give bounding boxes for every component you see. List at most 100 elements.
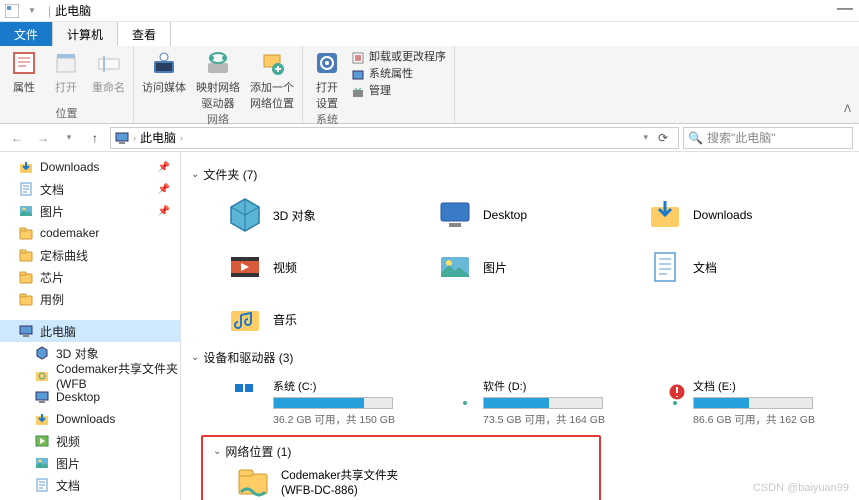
search-icon: 🔍 [688,131,703,145]
sidebar-item[interactable]: 视频 [0,430,180,452]
pc-icon [18,323,34,339]
sidebar-item[interactable]: Desktop [0,386,180,408]
sidebar-item[interactable]: 图片 [0,452,180,474]
usage-bar [693,397,813,409]
properties-button[interactable]: 属性 [8,49,40,95]
usage-bar [483,397,603,409]
netloc-line2: (WFB-DC-886) [281,484,398,499]
separator: | [48,4,51,18]
sidebar-item[interactable]: 音乐 [0,496,180,500]
sidebar-item[interactable]: 芯片 [0,266,180,288]
map-drive-button[interactable]: 映射网络 驱动器 [196,49,240,111]
down-icon [645,195,685,235]
forward-button: → [32,127,54,149]
folder-icon [18,247,34,263]
pin-icon: 📌 [158,162,170,173]
manage-icon [351,85,365,99]
drive-icon: t x="6" y="18" width="28" height="14" fi… [225,378,265,418]
manage-button[interactable]: 管理 [351,83,446,100]
address-box[interactable]: › 此电脑 › ▾ ⟳ [110,127,679,149]
network-folder-icon [233,464,273,500]
search-placeholder: 搜索"此电脑" [707,129,776,146]
add-netloc-button[interactable]: 添加一个 网络位置 [250,49,294,111]
mus-icon [225,299,265,339]
vid-icon [34,433,50,449]
sidebar-item[interactable]: 用例 [0,288,180,310]
ribbon-collapse-icon[interactable]: ᐱ [844,104,851,115]
drives-header[interactable]: ⌄设备和驱动器 (3) [191,349,849,366]
folder-item[interactable]: Desktop [431,191,611,239]
pic-icon [34,455,50,471]
sidebar-item[interactable]: 定标曲线 [0,244,180,266]
back-button[interactable]: ← [6,127,28,149]
folder-item[interactable]: 3D 对象 [221,191,401,239]
open-settings-button[interactable]: 打开 设置 [311,49,343,111]
pic-icon [18,203,34,219]
tab-file[interactable]: 文件 [0,22,53,46]
ribbon: 属性 打开 重命名 位置 访问媒体 映射网络 驱动器 [0,46,859,124]
breadcrumb-root[interactable]: 此电脑 [140,129,176,146]
addr-dropdown-icon[interactable]: ▾ [643,132,648,143]
down-icon [18,159,34,175]
minimize-button[interactable]: — [837,0,853,18]
usage-bar [273,397,393,409]
pic-icon [435,247,475,287]
address-bar: ← → ▾ ↑ › 此电脑 › ▾ ⟳ 🔍 搜索"此电脑" [0,124,859,152]
recent-button[interactable]: ▾ [58,127,80,149]
pin-icon: 📌 [158,184,170,195]
pc-icon [115,131,129,145]
drive-item[interactable]: t x="6" y="18" width="28" height="14" fi… [221,374,401,431]
netloc-line1: Codemaker共享文件夹 [281,469,398,484]
drive-icon: t x="6" y="18" width="28" height="14" fi… [645,378,685,418]
uninstall-icon [351,51,365,65]
desk-icon [435,195,475,235]
refresh-button[interactable]: ⟳ [652,131,674,145]
sidebar-item[interactable]: Codemaker共享文件夹 (WFB [0,364,180,386]
folders-header[interactable]: ⌄文件夹 (7) [191,166,849,183]
sidebar-item[interactable]: Downloads [0,408,180,430]
drive-item[interactable]: t x="6" y="18" width="28" height="14" fi… [641,374,821,431]
sidebar-item[interactable]: Downloads📌 [0,156,180,178]
sysprops-icon [351,68,365,82]
watermark: CSDN @baiyuan99 [753,482,849,494]
rename-button: 重命名 [92,49,125,95]
crumb-sep-icon[interactable]: › [180,133,183,143]
tab-computer[interactable]: 计算机 [53,22,118,46]
tab-view[interactable]: 查看 [118,22,171,46]
folder-item[interactable]: 文档 [641,243,821,291]
sidebar-item[interactable]: codemaker [0,222,180,244]
caret-icon: ⌄ [191,169,199,180]
search-box[interactable]: 🔍 搜索"此电脑" [683,127,853,149]
folder-item[interactable]: 图片 [431,243,611,291]
folder-icon [18,225,34,241]
dropdown-icon[interactable]: ▼ [24,3,40,19]
folder-icon [18,269,34,285]
content-pane: ⌄文件夹 (7) 3D 对象 Desktop Downloads 视频图片文档音乐 ⌄… [181,152,859,500]
sidebar-item[interactable]: 图片📌 [0,200,180,222]
folder-icon [18,291,34,307]
folder-item[interactable]: Downloads [641,191,821,239]
rename-icon [95,49,123,77]
sidebar-item-thispc[interactable]: 此电脑 [0,320,180,342]
media-icon [150,49,178,77]
folder-item[interactable]: 视频 [221,243,401,291]
access-media-button[interactable]: 访问媒体 [142,49,186,111]
obj-icon [34,345,50,361]
up-button[interactable]: ↑ [84,127,106,149]
folder-item[interactable]: 音乐 [221,295,401,343]
sidebar-item[interactable]: 文档📌 [0,178,180,200]
title-bar: ▼ | 此电脑 — [0,0,859,22]
sidebar-item[interactable]: 文档 [0,474,180,496]
drive-item[interactable]: t x="6" y="18" width="28" height="14" fi… [431,374,611,431]
ribbon-group-system: 打开 设置 系统 卸载或更改程序 系统属性 管理 [303,46,455,123]
sysprops-button[interactable]: 系统属性 [351,66,446,83]
network-location-item[interactable]: Codemaker共享文件夹 (WFB-DC-886) [233,464,589,500]
caret-icon: ⌄ [213,446,221,457]
drive-icon: t x="6" y="18" width="28" height="14" fi… [435,378,475,418]
open-button: 打开 [50,49,82,95]
app-icon [4,3,20,19]
add-netloc-icon [258,49,286,77]
sidebar: Downloads📌文档📌图片📌codemaker定标曲线芯片用例此电脑3D 对… [0,152,181,500]
network-header[interactable]: ⌄网络位置 (1) [213,443,589,460]
uninstall-button[interactable]: 卸载或更改程序 [351,49,446,66]
